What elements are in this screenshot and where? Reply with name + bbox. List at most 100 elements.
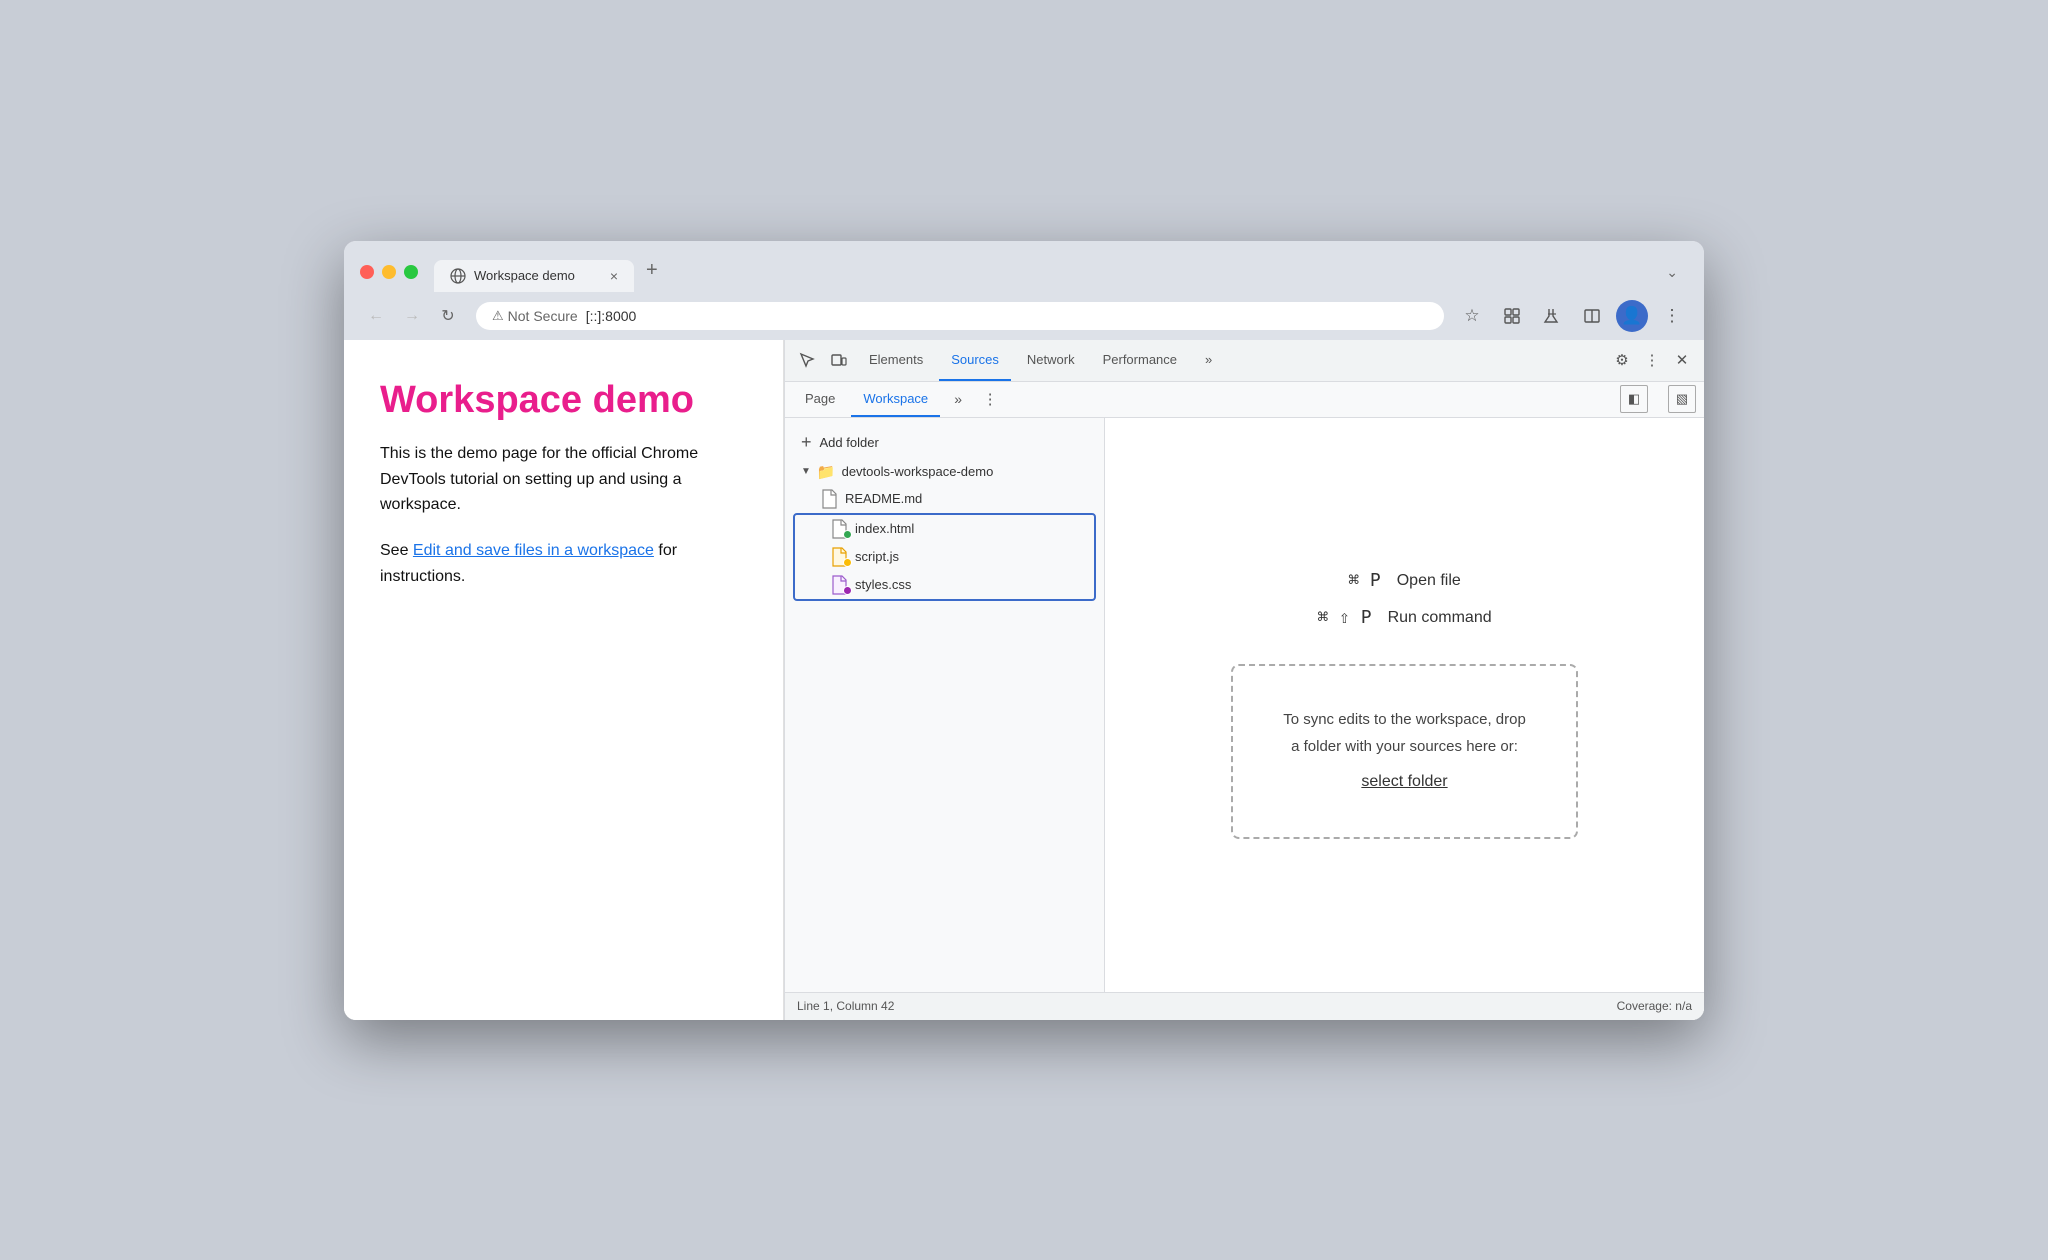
tab-sources[interactable]: Sources [939, 339, 1011, 381]
select-folder-link[interactable]: select folder [1361, 773, 1447, 790]
file-tree: + Add folder ▼ 📁 devtools-workspace-demo [785, 418, 1105, 992]
browser-window: Workspace demo × + ⌄ ← → ↻ ⚠ Not Secure … [344, 241, 1704, 1020]
profile-icon[interactable]: 👤 [1616, 300, 1648, 332]
settings-icon[interactable]: ⚙ [1608, 346, 1636, 374]
tab-title: Workspace demo [474, 268, 575, 283]
file-icon-readme [821, 489, 839, 509]
purple-dot [843, 586, 852, 595]
globe-icon [450, 268, 466, 284]
main-area: Workspace demo This is the demo page for… [344, 340, 1704, 1020]
status-coverage: Coverage: n/a [1617, 999, 1692, 1013]
device-toggle-icon[interactable] [825, 346, 853, 374]
add-folder-label: Add folder [820, 435, 879, 450]
address-bar[interactable]: ⚠ Not Secure [::]:8000 [476, 302, 1444, 330]
editor-area: ⌘ P Open file ⌘ ⇧ P Run command To sync … [1105, 418, 1704, 992]
drop-zone-line1: To sync edits to the workspace, drop [1283, 706, 1526, 733]
close-sidebar-icon[interactable]: ▧ [1668, 385, 1696, 413]
subtab-page-label: Page [805, 391, 835, 406]
lab-icon[interactable] [1536, 300, 1568, 332]
file-name-indexhtml: index.html [855, 521, 914, 536]
tab-performance[interactable]: Performance [1091, 339, 1189, 381]
tab-network-label: Network [1027, 352, 1075, 367]
tab-close-icon[interactable]: × [610, 268, 618, 284]
workspace-link[interactable]: Edit and save files in a workspace [413, 542, 654, 559]
split-view-icon[interactable] [1576, 300, 1608, 332]
back-button[interactable]: ← [360, 300, 392, 332]
subtab-page[interactable]: Page [793, 381, 847, 417]
subtab-menu-icon[interactable]: ⋮ [976, 385, 1004, 413]
drop-zone[interactable]: To sync edits to the workspace, drop a f… [1231, 664, 1578, 839]
tab-network[interactable]: Network [1015, 339, 1087, 381]
file-name-readme: README.md [845, 491, 922, 506]
toolbar: ← → ↻ ⚠ Not Secure [::]:8000 ☆ [344, 292, 1704, 340]
subtab-more-icon[interactable]: » [944, 385, 972, 413]
forward-button[interactable]: → [396, 300, 428, 332]
devtools-panel: Elements Sources Network Performance » ⚙… [784, 340, 1704, 1020]
bookmark-icon[interactable]: ☆ [1456, 300, 1488, 332]
orange-dot [843, 558, 852, 567]
add-icon: + [801, 432, 812, 453]
tabs-bar: Workspace demo × + [434, 253, 1648, 292]
status-position: Line 1, Column 42 [797, 999, 894, 1013]
green-dot [843, 530, 852, 539]
file-item-indexhtml[interactable]: index.html [795, 515, 1094, 543]
folder-icon: 📁 [817, 463, 836, 481]
sources-content: + Add folder ▼ 📁 devtools-workspace-demo [785, 418, 1704, 992]
tab-elements-label: Elements [869, 352, 923, 367]
tab-expand-icon[interactable]: ⌄ [1656, 258, 1688, 287]
close-devtools-icon[interactable]: ✕ [1668, 346, 1696, 374]
close-button[interactable] [360, 265, 374, 279]
shortcut-run-command: ⌘ ⇧ P Run command [1317, 607, 1491, 628]
folder-name: devtools-workspace-demo [842, 464, 994, 479]
folder-row[interactable]: ▼ 📁 devtools-workspace-demo [785, 459, 1104, 485]
file-item-readme[interactable]: README.md [785, 485, 1104, 513]
shortcut1-label: Open file [1397, 572, 1461, 590]
folder-container: ▼ 📁 devtools-workspace-demo [801, 463, 993, 481]
traffic-lights [360, 265, 418, 279]
more-menu-icon[interactable]: ⋮ [1656, 300, 1688, 332]
tab-performance-label: Performance [1103, 352, 1177, 367]
file-name-stylescss: styles.css [855, 577, 911, 592]
file-item-scriptjs[interactable]: script.js [795, 543, 1094, 571]
title-bar: Workspace demo × + ⌄ [344, 241, 1704, 292]
not-secure-label: Not Secure [508, 308, 578, 324]
drop-zone-line2: a folder with your sources here or: [1283, 733, 1526, 760]
tab-sources-label: Sources [951, 352, 999, 367]
folder-arrow-icon: ▼ [801, 466, 811, 477]
devtools-right-icons: ⚙ ⋮ ✕ [1608, 346, 1696, 374]
sidebar-toggle-icon[interactable]: ◧ [1620, 385, 1648, 413]
page-content: Workspace demo This is the demo page for… [344, 340, 784, 1020]
forward-arrow-icon: → [404, 307, 420, 325]
file-icon-js [831, 547, 849, 567]
tab-elements[interactable]: Elements [857, 339, 935, 381]
page-title: Workspace demo [380, 380, 747, 422]
warning-icon: ⚠ [492, 308, 504, 324]
devtools-topbar: Elements Sources Network Performance » ⚙… [785, 340, 1704, 382]
shortcut1-key: ⌘ P [1348, 570, 1381, 591]
subtab-workspace[interactable]: Workspace [851, 381, 940, 417]
add-folder-button[interactable]: + Add folder [785, 426, 1104, 459]
browser-tab[interactable]: Workspace demo × [434, 260, 634, 292]
inspect-icon[interactable] [793, 346, 821, 374]
not-secure-indicator: ⚠ Not Secure [492, 308, 578, 324]
tab-more[interactable]: » [1193, 339, 1224, 381]
devtools-statusbar: Line 1, Column 42 Coverage: n/a [785, 992, 1704, 1020]
shortcut2-key: ⌘ ⇧ P [1317, 607, 1371, 628]
page-description: This is the demo page for the official C… [380, 441, 747, 518]
subtab-workspace-label: Workspace [863, 391, 928, 406]
file-icon-css [831, 575, 849, 595]
reload-button[interactable]: ↻ [432, 300, 464, 332]
shortcut-open-file: ⌘ P Open file [1348, 570, 1461, 591]
file-item-stylescss[interactable]: styles.css [795, 571, 1094, 599]
extensions-icon[interactable] [1496, 300, 1528, 332]
new-tab-button[interactable]: + [634, 253, 670, 288]
address-text: [::]:8000 [586, 308, 637, 324]
minimize-button[interactable] [382, 265, 396, 279]
page-link-container: See Edit and save files in a workspace f… [380, 538, 747, 589]
shortcut2-label: Run command [1388, 609, 1492, 627]
devtools-more-icon[interactable]: ⋮ [1638, 346, 1666, 374]
file-name-scriptjs: script.js [855, 549, 899, 564]
toolbar-actions: ☆ 👤 [1456, 300, 1688, 332]
maximize-button[interactable] [404, 265, 418, 279]
devtools-subtabs: Page Workspace » ⋮ ◧ ▧ [785, 382, 1704, 418]
